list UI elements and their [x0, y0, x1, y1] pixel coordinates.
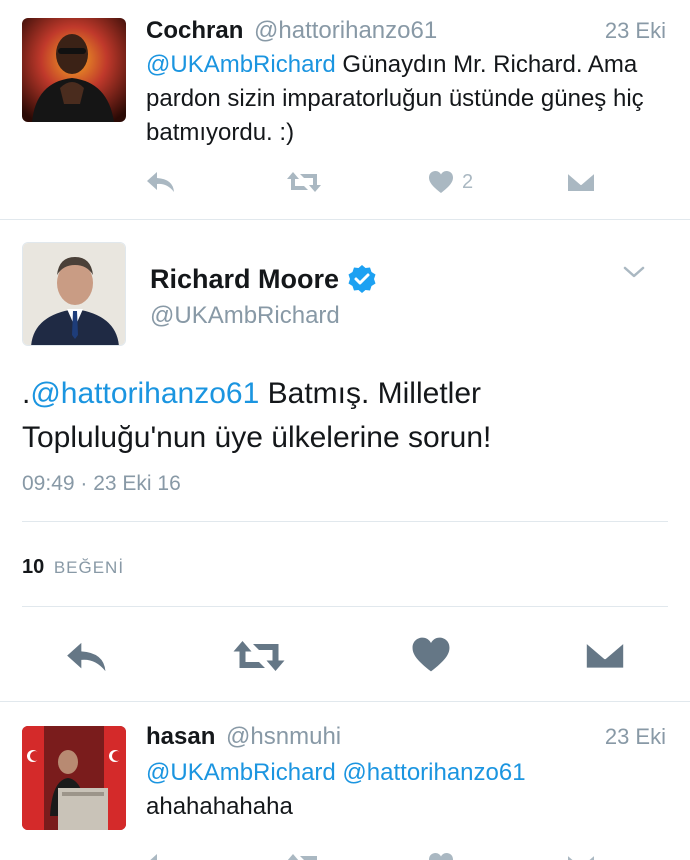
reply-button[interactable] — [146, 852, 176, 860]
retweet-button[interactable] — [286, 170, 322, 194]
reply-button[interactable] — [146, 170, 176, 194]
like-button[interactable]: 2 — [428, 170, 473, 194]
like-button[interactable] — [428, 852, 454, 860]
author-handle[interactable]: @hattorihanzo61 — [254, 17, 437, 44]
author-name[interactable]: Richard Moore — [150, 262, 339, 296]
dm-button[interactable] — [566, 170, 596, 194]
envelope-icon — [584, 639, 626, 671]
reply-tweet-hasan[interactable]: hasan @hsnmuhi 23 Eki @UKAmbRichard @hat… — [0, 702, 690, 860]
likes-count: 10 — [22, 556, 45, 578]
envelope-icon — [566, 171, 596, 193]
tweet-actions: 2 — [146, 170, 646, 200]
tweet-date[interactable]: 23 Eki — [605, 16, 666, 46]
envelope-icon — [566, 853, 596, 860]
like-count: 2 — [462, 170, 474, 193]
like-button[interactable] — [411, 636, 451, 673]
avatar-hasan[interactable] — [22, 726, 126, 830]
mention-link[interactable]: @hattorihanzo61 — [30, 377, 259, 410]
divider — [22, 521, 668, 522]
mention-link[interactable]: @hattorihanzo61 — [342, 759, 525, 786]
divider — [22, 606, 668, 607]
tweet-text: @UKAmbRichard @hattorihanzo61 ahahahahah… — [146, 756, 666, 824]
chevron-down-icon — [623, 266, 645, 278]
author-handle[interactable]: @UKAmbRichard — [150, 300, 340, 332]
heart-icon — [412, 637, 450, 672]
avatar-richard-moore[interactable] — [22, 242, 126, 346]
avatar-cochran[interactable] — [22, 18, 126, 122]
reply-icon — [147, 172, 174, 192]
author-name-wrapper: Richard Moore — [150, 262, 377, 296]
reply-icon — [150, 854, 157, 860]
retweet-icon — [287, 854, 317, 860]
retweet-button[interactable] — [232, 638, 286, 674]
dm-button[interactable] — [584, 638, 626, 672]
more-options-button[interactable] — [622, 262, 646, 287]
tweet-timestamp[interactable]: 09:49 · 23 Eki 16 — [22, 470, 181, 498]
focus-tweet-actions — [0, 630, 690, 682]
mention-link[interactable]: @UKAmbRichard — [146, 51, 336, 78]
likes-summary[interactable]: 10 BEĞENİ — [22, 553, 124, 582]
author-name[interactable]: hasan — [146, 723, 215, 750]
tweet-text: @UKAmbRichard Günaydın Mr. Richard. Ama … — [146, 48, 666, 150]
retweet-icon — [233, 641, 285, 671]
likes-label: BEĞENİ — [53, 558, 125, 577]
tweet-actions — [146, 852, 646, 860]
tweet-text: .@hattorihanzo61 Batmış. Milletler Toplu… — [22, 372, 662, 460]
verified-badge-icon — [348, 265, 376, 293]
heart-icon — [429, 853, 453, 860]
retweet-icon — [287, 172, 321, 192]
author-name[interactable]: Cochran — [146, 17, 243, 44]
reply-button[interactable] — [64, 640, 110, 674]
heart-icon — [429, 171, 453, 193]
tweet-date[interactable]: 23 Eki — [605, 722, 666, 752]
reply-icon — [67, 642, 106, 672]
retweet-button[interactable] — [286, 852, 322, 860]
dm-button[interactable] — [566, 852, 596, 860]
tweet-body: ahahahahaha — [146, 793, 293, 820]
divider — [0, 219, 690, 220]
reply-tweet-cochran[interactable]: Cochran @hattorihanzo61 23 Eki @UKAmbRic… — [0, 0, 690, 220]
author-handle[interactable]: @hsnmuhi — [226, 723, 341, 750]
mention-link[interactable]: @UKAmbRichard — [146, 759, 336, 786]
